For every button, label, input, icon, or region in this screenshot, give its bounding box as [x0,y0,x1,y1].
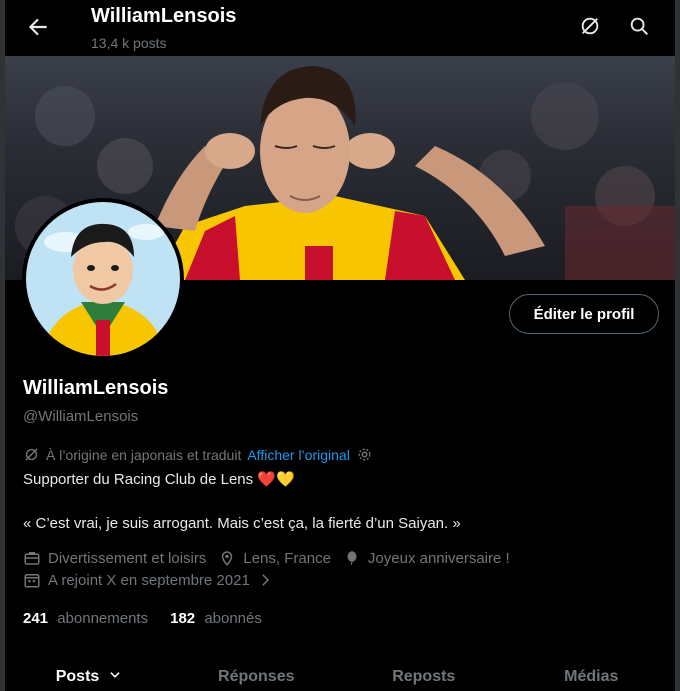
tab-replies[interactable]: Réponses [173,656,341,691]
birthday-text: Joyeux anniversaire ! [367,549,510,567]
category-item: Divertissement et loisirs [23,549,206,567]
display-name: WilliamLensois [23,377,169,399]
show-original-link[interactable]: Afficher l’original [247,447,349,463]
tab-posts-label: Posts [55,668,100,685]
location-item: Lens, France [218,549,331,567]
balloon-icon [347,551,357,565]
gear-icon[interactable] [356,446,373,463]
chevron-down-icon[interactable] [108,668,122,682]
right-border [675,0,680,691]
tab-media[interactable]: Médias [508,656,676,691]
follow-stats: 241 abonnements 182 abonnés [23,610,262,627]
briefcase-icon [24,552,40,565]
followers-link[interactable]: 182 abonnés [170,610,262,627]
followers-label: abonnés [204,610,262,627]
bio-line-2: « C’est vrai, je suis arrogant. Mais c’e… [23,515,461,532]
birthday-item: Joyeux anniversaire ! [343,549,510,567]
location-pin-icon [222,551,233,566]
search-icon[interactable] [628,15,650,37]
slashed-circle-icon[interactable] [579,15,601,37]
location-text: Lens, France [243,549,331,567]
joined-item: A rejoint X en septembre 2021 [23,571,274,589]
bio-line-1: Supporter du Racing Club de Lens ❤️💛 [23,470,295,488]
profile-tabs: Posts Réponses Reposts Médias [5,656,675,691]
category-text: Divertissement et loisirs [48,549,207,567]
header-title: WilliamLensois [91,5,237,27]
tab-reposts[interactable]: Reposts [340,656,508,691]
tab-posts[interactable]: Posts [5,656,173,691]
calendar-icon [24,574,40,588]
translation-text: À l’origine en japonais et traduit [46,446,242,463]
arrow-left-icon[interactable] [25,14,51,40]
following-count: 241 [23,610,49,627]
joined-text: A rejoint X en septembre 2021 [48,571,250,589]
following-link[interactable]: 241 abonnements [23,610,148,627]
heart-emojis: ❤️💛 [257,471,295,488]
user-handle: @WilliamLensois [23,408,139,425]
profile-header: WilliamLensois 13,4 k posts [5,0,675,56]
post-count: 13,4 k posts [91,35,167,51]
followers-count: 182 [170,610,196,627]
following-label: abonnements [57,610,149,627]
profile-meta-row: Divertissement et loisirs Lens, France J… [23,549,522,567]
bio-text: Supporter du Racing Club de Lens [23,471,254,488]
edit-profile-button[interactable]: Éditer le profil [509,294,659,334]
chevron-right-icon[interactable] [256,571,274,589]
slashed-circle-icon [25,448,38,461]
translation-note: À l’origine en japonais et traduit Affic… [23,446,373,463]
avatar[interactable] [22,198,184,360]
joined-row: A rejoint X en septembre 2021 [23,571,286,589]
profile-page: WilliamLensois 13,4 k posts Éditer le pr… [0,0,680,691]
avatar-illustration [26,202,180,356]
